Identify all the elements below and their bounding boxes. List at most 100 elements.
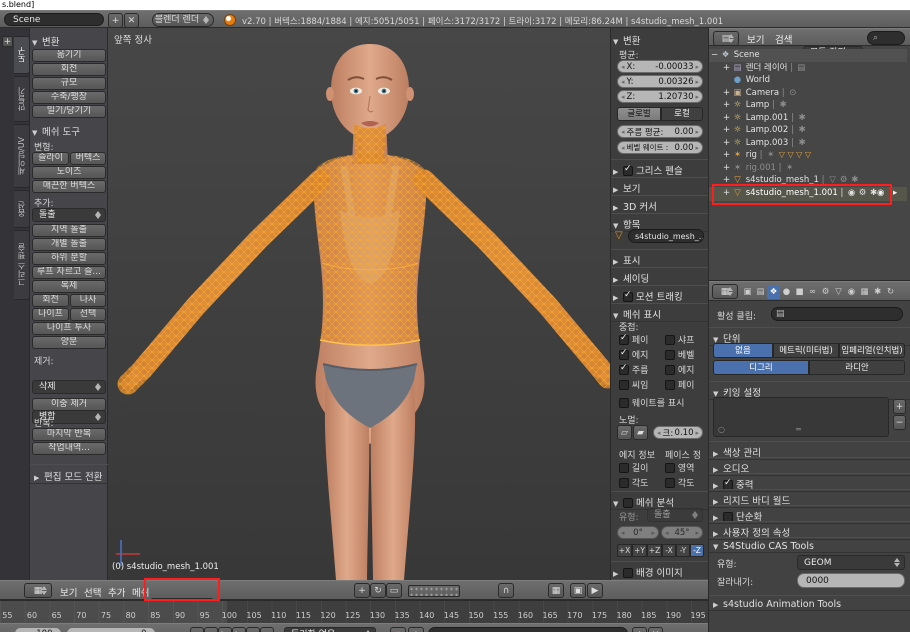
visibility-eye-icon[interactable]: ◉ bbox=[877, 187, 884, 199]
collapse-icon[interactable] bbox=[613, 38, 623, 46]
expand-icon[interactable]: + bbox=[721, 187, 732, 199]
vertex-normals-toggle[interactable]: ▱ bbox=[617, 425, 632, 440]
expand-icon[interactable]: + bbox=[721, 124, 732, 136]
history-button[interactable]: 작업내역... bbox=[32, 442, 106, 455]
panel-header-mesh-display[interactable]: 메쉬 표시 bbox=[611, 303, 709, 321]
overlay-check-seams[interactable]: 씨임 bbox=[619, 378, 648, 391]
tab-create[interactable]: 만들기 bbox=[14, 76, 30, 122]
add-keying-set-button[interactable]: + bbox=[893, 399, 906, 414]
expand-icon[interactable]: + bbox=[721, 174, 732, 186]
tab-texture-icon[interactable]: ▦ bbox=[858, 285, 871, 299]
record-button[interactable]: ● bbox=[390, 627, 406, 632]
transform-button[interactable]: 밀기/당기기 bbox=[32, 105, 106, 118]
selectability-arrow-icon[interactable]: ▸ bbox=[893, 187, 897, 199]
analysis-type-dropdown[interactable]: 돌출 bbox=[647, 508, 703, 522]
panel-header-motion-tracking[interactable]: 모션 트래킹 bbox=[611, 285, 709, 303]
expand-icon[interactable] bbox=[613, 258, 623, 266]
panel-header-transform-n[interactable]: 변환 bbox=[613, 33, 640, 47]
collapse-icon[interactable] bbox=[32, 39, 42, 47]
panel-header-mesh-tools[interactable]: 메쉬 도구 bbox=[32, 124, 80, 138]
knife-button[interactable]: 나이프 bbox=[32, 308, 69, 321]
outliner-row-scene[interactable]: − ❖ Scene bbox=[709, 49, 907, 62]
median-y-field[interactable]: Y:0.00326 bbox=[617, 75, 703, 88]
menu-view[interactable]: 보기 bbox=[56, 585, 81, 599]
manipulator-scale-toggle[interactable]: ▭ bbox=[386, 583, 402, 598]
tab-options[interactable]: 옵션 bbox=[14, 190, 30, 228]
knife-project-button[interactable]: 나이프 투사 bbox=[32, 322, 106, 335]
outliner-row-world[interactable]: ● World bbox=[709, 74, 907, 87]
expand-icon[interactable] bbox=[34, 474, 44, 482]
opengl-render-anim-button[interactable]: ▶ bbox=[587, 583, 603, 598]
grease-pencil-checkbox[interactable] bbox=[623, 164, 633, 176]
render-engine-dropdown[interactable]: 블렌더 렌더 bbox=[152, 13, 214, 27]
outliner-row-lamp-003[interactable]: + ☼ Lamp.003 | ✱ bbox=[709, 137, 907, 150]
panel-header-display[interactable]: 표시 bbox=[611, 249, 709, 267]
insert-keyframe-button[interactable]: ◆ bbox=[632, 627, 647, 632]
manipulator-translate-toggle[interactable]: + bbox=[354, 583, 370, 598]
overlay-check-face-marks[interactable]: 페이 bbox=[665, 378, 694, 391]
expand-icon[interactable] bbox=[613, 186, 623, 194]
expand-icon[interactable] bbox=[613, 168, 623, 176]
axis-button-posz[interactable]: +Z bbox=[647, 544, 662, 557]
tab-scene-icon[interactable]: ❖ bbox=[767, 285, 780, 299]
expand-icon[interactable]: + bbox=[721, 149, 732, 161]
extrude-dropdown[interactable]: 돌출 bbox=[32, 208, 106, 222]
tab-tools[interactable]: 도구 bbox=[14, 36, 30, 74]
noise-button[interactable]: 노이즈 bbox=[32, 166, 106, 179]
bevel-weight-field[interactable]: 베벨 웨이트 :0.00 bbox=[617, 141, 703, 154]
panel-header-s4studio-cas-tools[interactable]: S4Studio CAS Tools bbox=[709, 537, 910, 552]
expand-icon[interactable]: + bbox=[721, 112, 732, 124]
analysis-min-field[interactable]: 0° bbox=[617, 526, 659, 539]
face-area-checkbox[interactable]: 영역 bbox=[665, 461, 694, 474]
overlay-check-bevel[interactable]: 베벨 bbox=[665, 348, 694, 361]
spin-button[interactable]: 회전 bbox=[32, 294, 69, 307]
normal-size-field[interactable]: 크:0.10 bbox=[653, 426, 703, 439]
delete-dropdown[interactable]: 삭제 bbox=[32, 380, 106, 394]
knife-select-button[interactable]: 선택 bbox=[70, 308, 106, 321]
keying-sets-list[interactable]: ○ ═ bbox=[713, 397, 889, 437]
collapse-icon[interactable] bbox=[613, 500, 623, 508]
editor-type-button[interactable]: ▦ bbox=[24, 583, 52, 598]
tab-grease-pencil[interactable]: 그리스 펜슬 bbox=[14, 230, 30, 300]
face-normals-toggle[interactable]: ▰ bbox=[633, 425, 648, 440]
keying-set-field[interactable] bbox=[428, 627, 628, 632]
axis-button-negx[interactable]: -X bbox=[662, 544, 676, 557]
transform-button[interactable]: 옮기기 bbox=[32, 49, 106, 62]
prev-keyframe-button[interactable]: ‹ bbox=[204, 627, 218, 632]
units-imperial-button[interactable]: 임페리얼(인치법) bbox=[839, 343, 905, 358]
mesh-analysis-checkbox[interactable] bbox=[623, 498, 633, 508]
axis-button-negz[interactable]: -Z bbox=[690, 544, 704, 557]
transform-button[interactable]: 규모 bbox=[32, 77, 106, 90]
manipulator-rotate-toggle[interactable]: ↻ bbox=[370, 583, 386, 598]
keying-set-icon[interactable]: ◆ bbox=[408, 627, 424, 632]
expand-icon[interactable] bbox=[613, 276, 623, 284]
tab-world-icon[interactable]: ● bbox=[780, 285, 793, 299]
occlude-geometry-toggle[interactable]: ▦ bbox=[548, 583, 564, 598]
bisect-button[interactable]: 양분 bbox=[32, 336, 106, 349]
panel-header-view[interactable]: 보기 bbox=[611, 177, 709, 195]
outliner-row-s4studio-mesh-1-001[interactable]: + ▽ s4studio_mesh_1.001 | ◉ ⚙ ✱ ◉ ▸ bbox=[709, 186, 907, 201]
tab-render-layers-icon[interactable]: ▤ bbox=[754, 285, 767, 299]
outliner-search-field[interactable]: ⌕ bbox=[867, 31, 905, 45]
overlay-check-creases[interactable]: 주름 bbox=[619, 363, 648, 376]
tab-render-icon[interactable]: ▣ bbox=[741, 285, 754, 299]
analysis-max-field[interactable]: 45° bbox=[661, 526, 703, 539]
outliner-row-render-layers[interactable]: + ▤ 렌더 레이어 | ▤ bbox=[709, 62, 907, 75]
tab-particles-icon[interactable]: ✱ bbox=[871, 285, 884, 299]
scene-selector[interactable]: Scene bbox=[4, 13, 104, 26]
jump-end-button[interactable]: » bbox=[260, 627, 274, 632]
add-scene-button[interactable]: + bbox=[108, 13, 123, 28]
duplicate-button[interactable]: 복제 bbox=[32, 280, 106, 293]
axis-button-negy[interactable]: -Y bbox=[676, 544, 690, 557]
crease-field[interactable]: 주름 평균:0.00 bbox=[617, 125, 703, 138]
median-x-field[interactable]: X:-0.00033 bbox=[617, 60, 703, 73]
tab-data-icon[interactable]: ▽ bbox=[832, 285, 845, 299]
play-button[interactable]: ▶ bbox=[232, 627, 246, 632]
transform-button[interactable]: 회전 bbox=[32, 63, 106, 76]
outliner-row-rig[interactable]: + ✶ rig | ✶ ▽ ▽ ▽ ▽ bbox=[709, 149, 907, 162]
units-metric-button[interactable]: 메트릭(미터법) bbox=[773, 343, 839, 358]
overlay-check-faces[interactable]: 페이 bbox=[619, 333, 648, 346]
timeline[interactable]: 55 60 65 70 75 80 85 90 95 100 105 110 115 120 125 130 1… bbox=[0, 600, 708, 632]
screw-button[interactable]: 나사 bbox=[70, 294, 106, 307]
collapse-icon[interactable] bbox=[613, 222, 623, 230]
